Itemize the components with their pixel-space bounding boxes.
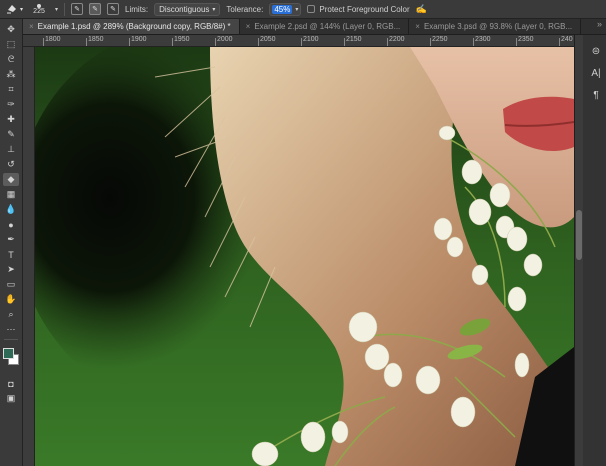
paragraph-icon[interactable]: ¶ — [588, 87, 604, 103]
horizontal-ruler: 1800 1850 1900 1950 2000 2050 2100 2150 2200 2250… — [23, 35, 574, 47]
quick-mask-icon[interactable]: ◘ — [3, 377, 19, 390]
tools-panel: ✥ ⬚ ᘓ ⁂ ⌗ ✑ ✚ ✎ ⊥ ↺ ◆ ▦ 💧 ● ✒ T ➤ ▭ ✋ ⌕ … — [0, 19, 23, 466]
ruler-label: 1800 — [45, 36, 61, 43]
protect-foreground-option[interactable]: Protect Foreground Color — [307, 4, 410, 14]
ruler-label: 1950 — [174, 36, 190, 43]
character-icon[interactable]: A| — [588, 65, 604, 81]
lasso-icon[interactable]: ᘓ — [3, 53, 19, 66]
tab-label: Example 2.psd @ 144% (Layer 0, RGB... — [254, 22, 401, 31]
rectangle-icon[interactable]: ▭ — [3, 278, 19, 291]
ruler-label: 2350 — [518, 36, 534, 43]
history-brush-icon[interactable]: ↺ — [3, 158, 19, 171]
ruler-label: 1850 — [88, 36, 104, 43]
close-icon[interactable]: × — [415, 22, 420, 31]
clone-stamp-icon[interactable]: ⊥ — [3, 143, 19, 156]
ruler-tick — [86, 38, 87, 46]
tolerance-field[interactable]: 45% ▾ — [269, 2, 302, 16]
move-icon[interactable]: ✥ — [3, 23, 19, 36]
right-panel-strip: ⊜ A| ¶ — [574, 35, 606, 466]
background-eraser-icon — [6, 2, 18, 16]
ruler-tick — [43, 38, 44, 46]
chevron-down-icon[interactable]: ▾ — [55, 6, 58, 13]
brush-size-value: 225 — [33, 7, 45, 15]
gradient-icon[interactable]: ▦ — [3, 188, 19, 201]
document-tabs: × Example 1.psd @ 289% (Background copy,… — [23, 19, 606, 35]
brush-icon[interactable]: ✎ — [3, 128, 19, 141]
tab-label: Example 1.psd @ 289% (Background copy, R… — [37, 22, 231, 31]
close-icon[interactable]: × — [246, 22, 251, 31]
sampling-once-icon[interactable]: ✎ — [89, 3, 102, 15]
tool-preset-picker[interactable]: ▾ — [6, 2, 23, 16]
close-icon[interactable]: × — [29, 22, 34, 31]
pressure-size-icon[interactable]: ✍ — [416, 4, 427, 15]
ruler-tick — [301, 38, 302, 46]
zoom-icon[interactable]: ⌕ — [3, 308, 19, 321]
hand-icon[interactable]: ✋ — [3, 293, 19, 306]
limits-value: Discontiguous — [159, 4, 210, 14]
collapsed-panels: ⊜ A| ¶ — [587, 43, 605, 103]
ruler-label: 2100 — [303, 36, 319, 43]
marquee-icon[interactable]: ⬚ — [3, 38, 19, 51]
eyedropper-icon[interactable]: ✑ — [3, 98, 19, 111]
chevron-down-icon[interactable]: ▾ — [295, 6, 298, 13]
ruler-tick — [387, 38, 388, 46]
chevron-down-icon: ▾ — [20, 6, 24, 13]
type-icon[interactable]: T — [3, 248, 19, 261]
tab-label: Example 3.psd @ 93.8% (Layer 0, RGB... — [423, 22, 573, 31]
tolerance-label: Tolerance: — [226, 4, 264, 14]
protect-foreground-label: Protect Foreground Color — [319, 4, 410, 14]
ruler-tick — [430, 38, 431, 46]
protect-foreground-checkbox[interactable] — [307, 5, 316, 13]
ruler-label: 2250 — [432, 36, 448, 43]
ruler-label: 1900 — [131, 36, 147, 43]
blur-icon[interactable]: 💧 — [3, 203, 19, 216]
sampling-continuous-icon[interactable]: ✎ — [71, 3, 84, 15]
path-select-icon[interactable]: ➤ — [3, 263, 19, 276]
ruler-label: 2000 — [217, 36, 233, 43]
limits-select[interactable]: Discontiguous ▾ — [154, 2, 221, 16]
tab-example-2[interactable]: × Example 2.psd @ 144% (Layer 0, RGB... — [240, 19, 410, 34]
ruler-tick — [344, 38, 345, 46]
photo-image — [35, 47, 574, 466]
pen-icon[interactable]: ✒ — [3, 233, 19, 246]
dodge-icon[interactable]: ● — [3, 218, 19, 231]
healing-icon[interactable]: ✚ — [3, 113, 19, 126]
scrollbar-thumb[interactable] — [576, 210, 582, 260]
foreground-color-swatch[interactable] — [3, 348, 14, 359]
ruler-tick — [172, 38, 173, 46]
brush-size-picker[interactable]: 225 — [29, 3, 49, 15]
more-icon[interactable]: ⋯ — [3, 323, 19, 336]
separator — [4, 339, 18, 340]
ruler-label: 240 — [561, 36, 573, 43]
color-swatches — [2, 347, 20, 367]
sampling-swatch-icon[interactable]: ✎ — [107, 3, 120, 15]
ruler-tick — [516, 38, 517, 46]
magic-wand-icon[interactable]: ⁂ — [3, 68, 19, 81]
limits-label: Limits: — [125, 4, 149, 14]
ruler-label: 2300 — [475, 36, 491, 43]
background-eraser-icon[interactable]: ◆ — [3, 173, 19, 186]
document-canvas[interactable] — [35, 47, 574, 466]
ruler-tick — [258, 38, 259, 46]
ruler-tick — [215, 38, 216, 46]
screen-mode-icon[interactable]: ▣ — [3, 392, 19, 405]
vertical-ruler — [23, 47, 35, 466]
ruler-label: 2050 — [260, 36, 276, 43]
ruler-label: 2200 — [389, 36, 405, 43]
vertical-scrollbar[interactable] — [575, 35, 583, 466]
tab-example-1[interactable]: × Example 1.psd @ 289% (Background copy,… — [23, 19, 240, 34]
tabs-overflow-icon[interactable]: » — [593, 19, 606, 34]
tab-example-3[interactable]: × Example 3.psd @ 93.8% (Layer 0, RGB... — [409, 19, 582, 34]
ruler-tick — [473, 38, 474, 46]
options-bar: ▾ 225 ▾ ✎ ✎ ✎ Limits: Discontiguous ▾ To… — [0, 0, 606, 19]
tolerance-value[interactable]: 45% — [272, 4, 293, 14]
ruler-tick — [129, 38, 130, 46]
ruler-tick — [559, 38, 560, 46]
crop-icon[interactable]: ⌗ — [3, 83, 19, 96]
ruler-label: 2150 — [346, 36, 362, 43]
chevron-down-icon: ▾ — [212, 6, 216, 13]
adjust-icon[interactable]: ⊜ — [588, 43, 604, 59]
separator — [64, 2, 66, 16]
